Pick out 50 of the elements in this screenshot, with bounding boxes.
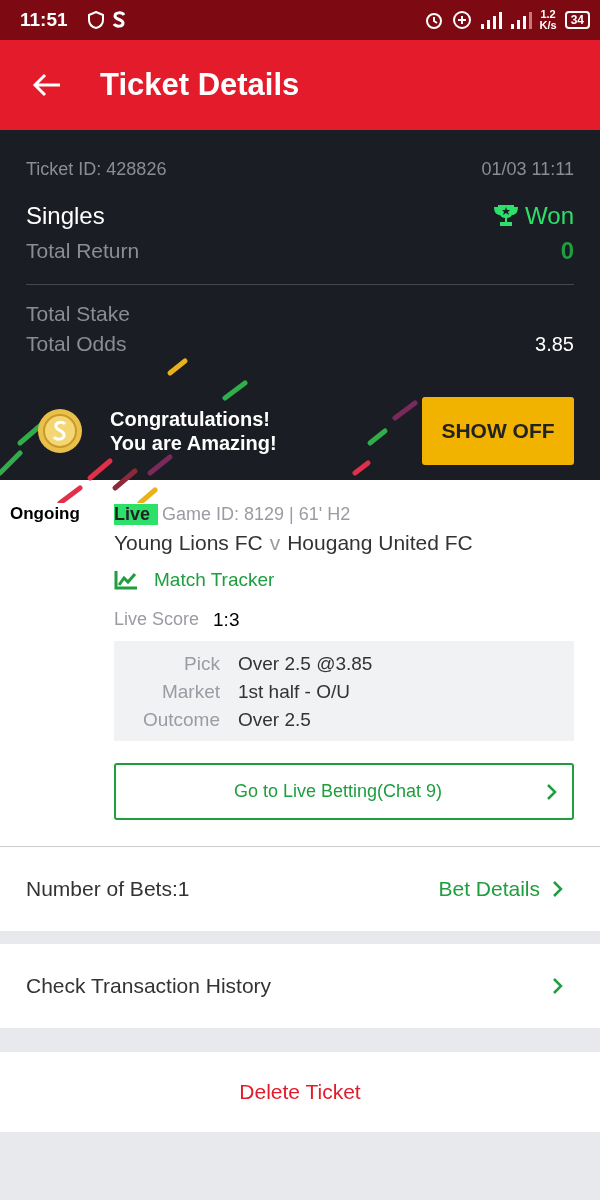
detail-value: 1st half - O/U	[238, 681, 351, 703]
live-badge: Live	[114, 504, 159, 525]
signal-icon	[479, 10, 502, 30]
battery-level: 34	[564, 11, 590, 29]
away-team: Hougang United FC	[287, 531, 473, 555]
congrats-title: Congratulations!	[110, 407, 271, 431]
total-return-value: 0	[560, 237, 574, 265]
delete-ticket-button[interactable]: Delete Ticket	[233, 1079, 367, 1105]
total-odds-value: 3.85	[535, 332, 574, 356]
ticket-id: Ticket ID: 428826	[26, 158, 167, 180]
chart-icon	[114, 570, 138, 590]
detail-label: Pick	[183, 653, 220, 675]
ticket-datetime: 01/03 11:11	[481, 158, 574, 180]
status-won: Won	[525, 202, 574, 230]
total-stake-label: Total Stake	[26, 302, 130, 326]
signal-icon	[509, 10, 532, 30]
show-off-button[interactable]: SHOW OFF	[422, 397, 574, 465]
bets-count: Number of Bets:1	[26, 877, 190, 901]
live-score-label: Live Score	[114, 609, 200, 631]
bet-details-link[interactable]: Bet Details	[438, 877, 540, 901]
detail-value: Over 2.5 @3.85	[238, 653, 374, 675]
dollar-icon	[111, 11, 126, 29]
game-info: Game ID: 8129 | 61' H2	[162, 504, 351, 525]
bet-type: Singles	[26, 202, 105, 230]
chevron-right-icon	[552, 880, 564, 898]
add-circle-icon	[451, 10, 472, 30]
versus-label: v	[269, 531, 281, 555]
match-tracker-link[interactable]: Match Tracker	[154, 569, 275, 591]
coin-icon	[36, 407, 84, 455]
bet-state: Ongoing	[10, 504, 81, 525]
clock-time: 11:51	[20, 9, 68, 31]
chevron-right-icon	[546, 782, 558, 801]
trophy-icon	[493, 204, 520, 228]
live-score: 1:3	[213, 609, 240, 631]
detail-label: Market	[160, 681, 220, 703]
total-odds-label: Total Odds	[26, 332, 127, 356]
live-betting-button[interactable]: Go to Live Betting(Chat 9)	[114, 763, 574, 820]
network-speed: 1.2 K/s	[539, 9, 557, 31]
home-team: Young Lions FC	[114, 531, 263, 555]
detail-label: Outcome	[141, 709, 220, 731]
chevron-right-icon	[552, 977, 564, 995]
transaction-history-row[interactable]: Check Transaction History	[0, 944, 600, 1028]
page-title: Ticket Details	[100, 67, 300, 103]
transaction-history-label: Check Transaction History	[26, 974, 272, 998]
shield-icon	[87, 11, 104, 29]
alarm-icon	[423, 10, 444, 30]
total-return-label: Total Return	[26, 239, 140, 263]
detail-value: Over 2.5	[238, 709, 312, 731]
back-arrow-icon[interactable]	[32, 73, 62, 97]
congrats-subtitle: You are Amazing!	[110, 431, 277, 455]
